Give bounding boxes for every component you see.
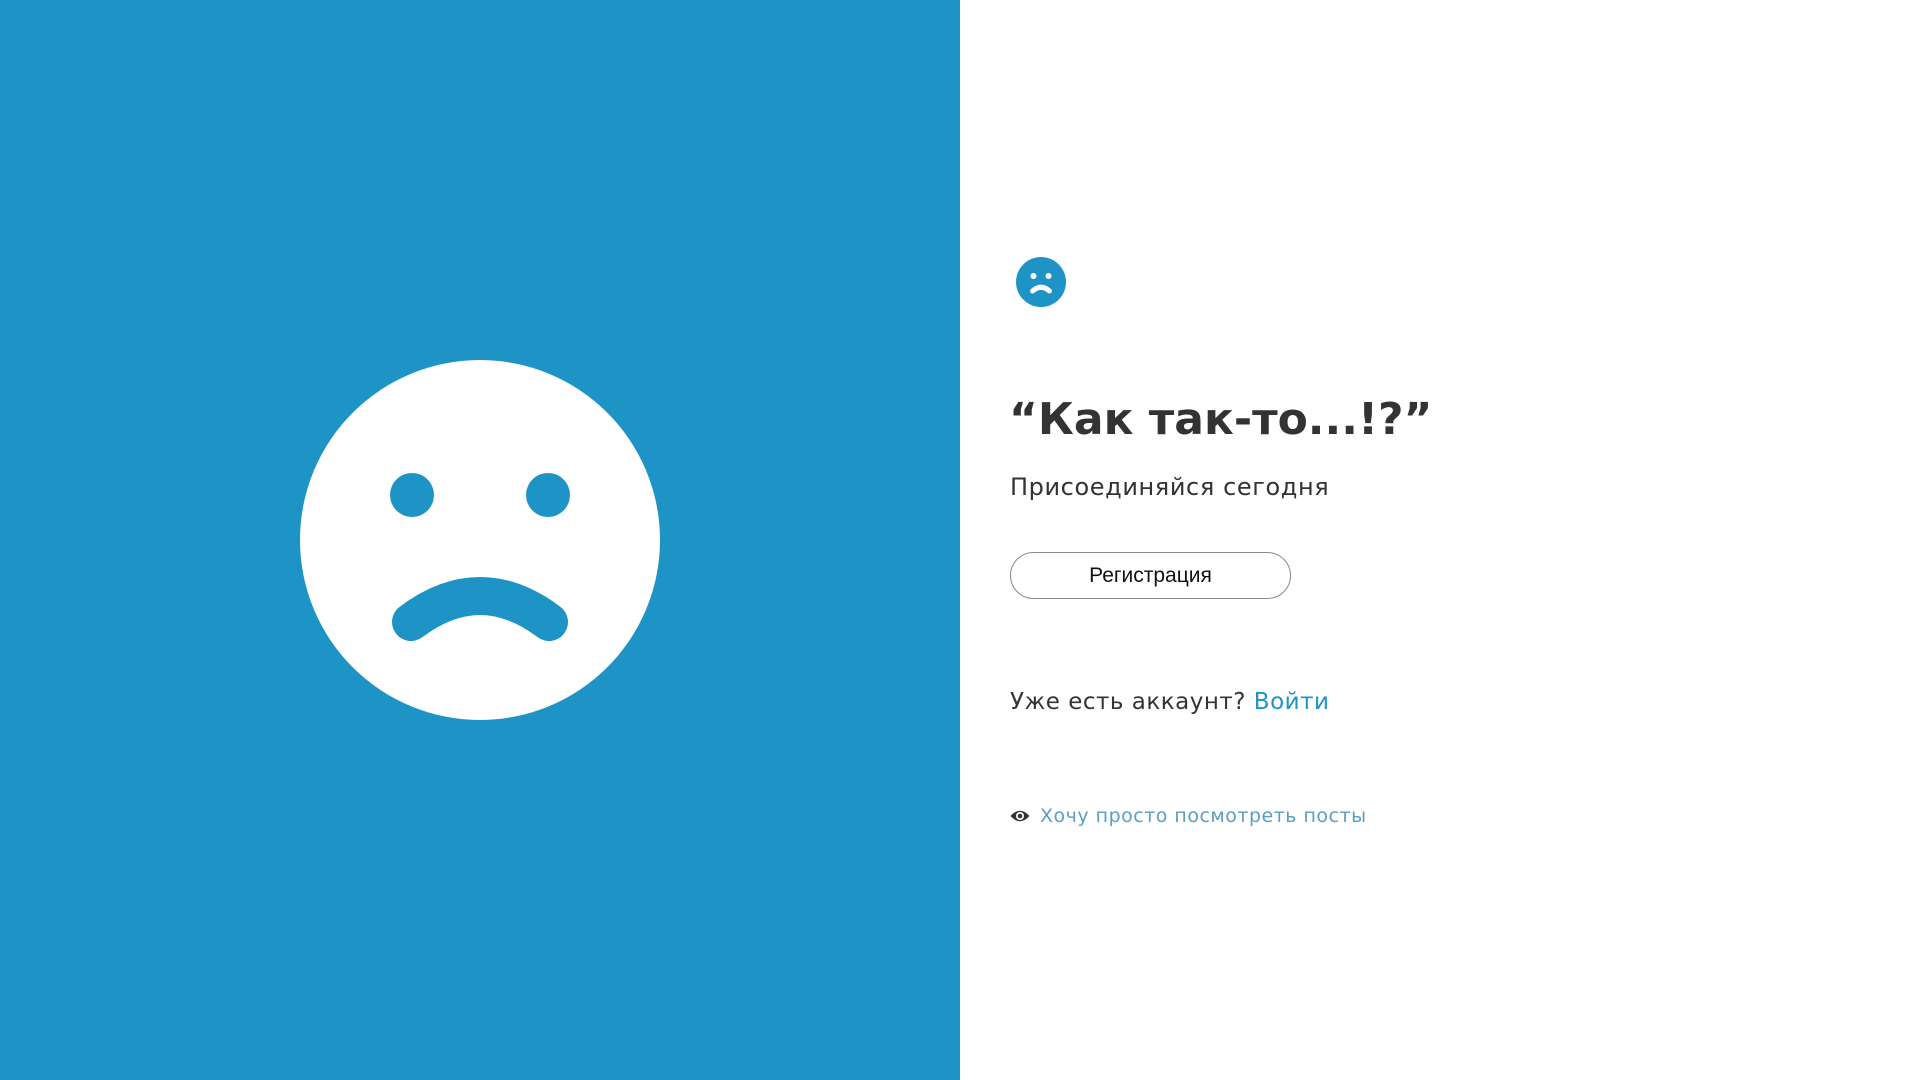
auth-panel: “Как так-то...!?” Присоединяйся сегодня …	[960, 0, 1920, 1080]
guest-row[interactable]: Хочу просто посмотреть посты	[1010, 802, 1367, 830]
hero-panel	[0, 0, 960, 1080]
eye-icon	[1010, 810, 1030, 822]
sad-face-icon	[300, 360, 660, 720]
guest-link[interactable]: Хочу просто посмотреть посты	[1040, 805, 1367, 827]
page-subtitle: Присоединяйся сегодня	[1010, 473, 1330, 501]
sad-face-logo-icon	[1016, 257, 1066, 307]
login-prompt: Уже есть аккаунт?	[1010, 689, 1246, 715]
login-link[interactable]: Войти	[1254, 689, 1330, 715]
login-row: Уже есть аккаунт? Войти	[1010, 686, 1329, 718]
page-title: “Как так-то...!?”	[1009, 394, 1433, 445]
register-button[interactable]: Регистрация	[1010, 552, 1291, 599]
page: “Как так-то...!?” Присоединяйся сегодня …	[0, 0, 1920, 1080]
